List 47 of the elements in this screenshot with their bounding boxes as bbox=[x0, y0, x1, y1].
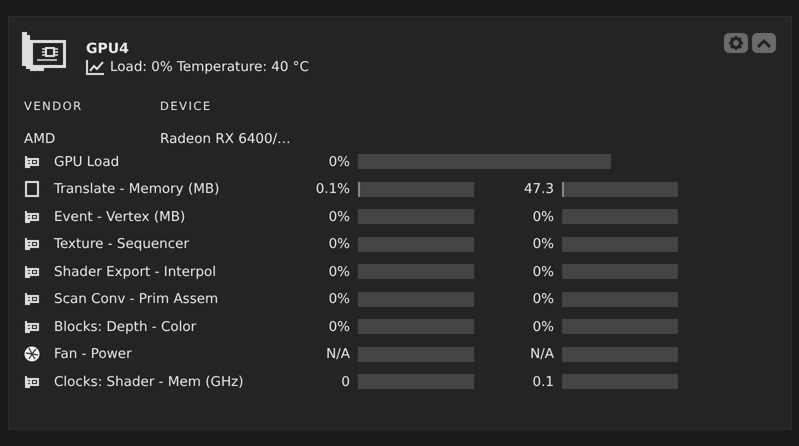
metric-value: 47.3 bbox=[522, 181, 555, 198]
line-chart-icon bbox=[86, 60, 104, 74]
metric-value: 0% bbox=[328, 154, 351, 170]
metric-label: Fan - Power bbox=[54, 346, 133, 362]
metric-value: N/A bbox=[529, 346, 555, 362]
graphics-card-icon bbox=[24, 210, 40, 224]
metric-value: 0.1 bbox=[532, 374, 555, 390]
graphics-card-icon bbox=[24, 292, 40, 306]
fan-icon bbox=[24, 346, 40, 362]
graphics-card-icon bbox=[24, 237, 40, 252]
metric-value: 0% bbox=[328, 318, 351, 335]
metric-value: 0% bbox=[532, 236, 555, 252]
table-cell-text: Radeon RX 6400/… bbox=[160, 131, 292, 147]
settings-icon bbox=[729, 36, 743, 50]
metric-label: Blocks: Depth - Color bbox=[54, 318, 198, 335]
metric-value: 0% bbox=[532, 208, 555, 225]
metric-label: Event - Vertex (MB) bbox=[54, 208, 186, 225]
table-cell-text: AMD bbox=[24, 131, 56, 147]
graphics-card-icon bbox=[24, 374, 40, 389]
metric-value: 0% bbox=[328, 236, 351, 252]
metric-value: 0% bbox=[532, 264, 555, 280]
graphics-card-icon bbox=[24, 320, 40, 334]
metric-value: 0% bbox=[328, 264, 351, 280]
graphics-card-icon bbox=[22, 32, 66, 72]
metric-value: 0% bbox=[532, 291, 555, 308]
metric-value: 0% bbox=[328, 208, 351, 225]
graphics-card-icon bbox=[24, 264, 40, 279]
metric-label: Shader Export - Interpol bbox=[54, 264, 218, 280]
graphics-card-icon bbox=[24, 154, 40, 169]
settings-button[interactable] bbox=[724, 33, 748, 53]
caret-icon bbox=[757, 38, 771, 48]
memory-chip-icon bbox=[24, 181, 40, 198]
metric-label: GPU Load bbox=[54, 154, 120, 170]
metric-value: 0% bbox=[532, 318, 555, 335]
metric-value: 0% bbox=[328, 291, 351, 308]
metric-label: Clocks: Shader - Mem (GHz) bbox=[54, 374, 244, 390]
metric-value: 0 bbox=[340, 374, 351, 390]
metric-label: Translate - Memory (MB) bbox=[54, 181, 220, 198]
metric-value: N/A bbox=[325, 346, 351, 362]
column-header: VENDOR bbox=[24, 99, 84, 113]
device-title: GPU4 bbox=[86, 41, 130, 57]
column-header: DEVICE bbox=[160, 99, 213, 113]
metric-value: 0.1% bbox=[314, 181, 351, 198]
metric-label: Scan Conv - Prim Assem bbox=[54, 291, 220, 308]
metric-label: Texture - Sequencer bbox=[54, 236, 190, 252]
collapse-button[interactable] bbox=[752, 33, 776, 53]
status-text: Load: 0% Temperature: 40 °C bbox=[110, 59, 309, 75]
